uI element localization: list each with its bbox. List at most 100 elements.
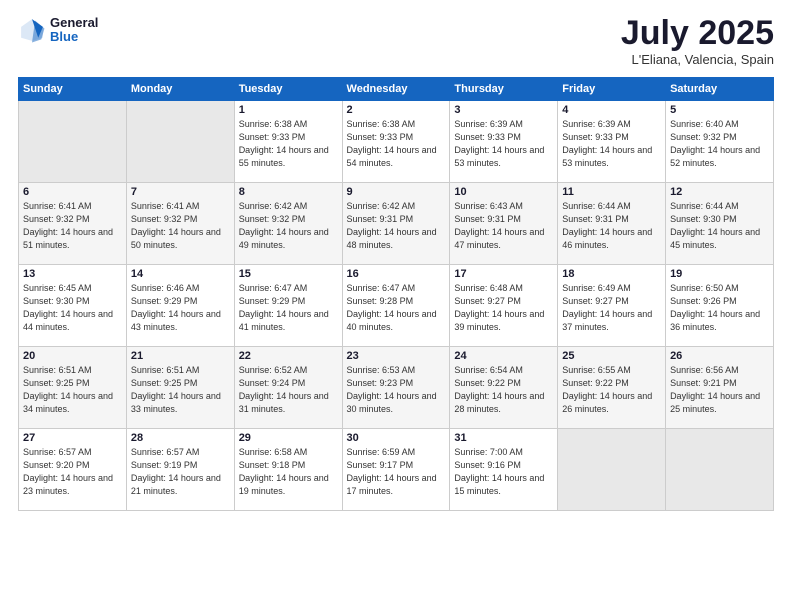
calendar-cell: 21Sunrise: 6:51 AM Sunset: 9:25 PM Dayli… xyxy=(126,347,234,429)
day-info: Sunrise: 6:45 AM Sunset: 9:30 PM Dayligh… xyxy=(23,282,122,334)
day-info: Sunrise: 6:48 AM Sunset: 9:27 PM Dayligh… xyxy=(454,282,553,334)
day-info: Sunrise: 6:52 AM Sunset: 9:24 PM Dayligh… xyxy=(239,364,338,416)
day-info: Sunrise: 6:42 AM Sunset: 9:32 PM Dayligh… xyxy=(239,200,338,252)
day-number: 13 xyxy=(23,268,122,280)
day-number: 14 xyxy=(131,268,230,280)
calendar-cell: 3 Sunrise: 6:39 AM Sunset: 9:33 PM Daylig… xyxy=(450,101,558,183)
calendar-cell: 20 Sunrise: 6:51 AM Sunset: 9:25 PM Dayli… xyxy=(19,347,127,429)
day-number: 27 xyxy=(23,432,122,444)
day-number: 1 xyxy=(239,104,338,116)
day-info: Sunrise: 6:47 AM Sunset: 9:29 PM Dayligh… xyxy=(239,282,338,334)
day-info: Sunrise: 6:41 AM Sunset: 9:32 PM Dayligh… xyxy=(131,200,230,252)
calendar-cell: 8 Sunrise: 6:42 AM Sunset: 9:32 PM Daylig… xyxy=(234,183,342,265)
calendar-week-row: 27 Sunrise: 6:57 AM Sunset: 9:20 PM Dayli… xyxy=(19,429,774,511)
day-number: 5 xyxy=(670,104,769,116)
day-number: 23 xyxy=(347,350,446,362)
day-number: 12 xyxy=(670,186,769,198)
calendar-cell: 4 Sunrise: 6:39 AM Sunset: 9:33 PM Daylig… xyxy=(558,101,666,183)
day-number: 10 xyxy=(454,186,553,198)
day-number: 8 xyxy=(239,186,338,198)
day-info: Sunrise: 6:49 AM Sunset: 9:27 PM Dayligh… xyxy=(562,282,661,334)
day-info: Sunrise: 6:54 AM Sunset: 9:22 PM Dayligh… xyxy=(454,364,553,416)
calendar-week-row: 6 Sunrise: 6:41 AM Sunset: 9:32 PM Daylig… xyxy=(19,183,774,265)
calendar-cell: 13 Sunrise: 6:45 AM Sunset: 9:30 PM Dayli… xyxy=(19,265,127,347)
calendar-cell: 24 Sunrise: 6:54 AM Sunset: 9:22 PM Dayli… xyxy=(450,347,558,429)
day-info: Sunrise: 6:39 AM Sunset: 9:33 PM Dayligh… xyxy=(454,118,553,170)
day-number: 15 xyxy=(239,268,338,280)
day-info: Sunrise: 6:44 AM Sunset: 9:31 PM Dayligh… xyxy=(562,200,661,252)
calendar-week-row: 13 Sunrise: 6:45 AM Sunset: 9:30 PM Dayli… xyxy=(19,265,774,347)
day-number: 31 xyxy=(454,432,553,444)
day-info: Sunrise: 6:57 AM Sunset: 9:20 PM Dayligh… xyxy=(23,446,122,498)
calendar-cell: 16Sunrise: 6:47 AM Sunset: 9:28 PM Dayli… xyxy=(342,265,450,347)
calendar-cell xyxy=(558,429,666,511)
calendar-cell: 31 Sunrise: 7:00 AM Sunset: 9:16 PM Dayli… xyxy=(450,429,558,511)
day-number: 18 xyxy=(562,268,661,280)
calendar-cell: 5Sunrise: 6:40 AM Sunset: 9:32 PM Daylig… xyxy=(666,101,774,183)
day-info: Sunrise: 6:44 AM Sunset: 9:30 PM Dayligh… xyxy=(670,200,769,252)
calendar-cell: 29 Sunrise: 6:58 AM Sunset: 9:18 PM Dayli… xyxy=(234,429,342,511)
calendar-cell: 11Sunrise: 6:44 AM Sunset: 9:31 PM Dayli… xyxy=(558,183,666,265)
day-number: 29 xyxy=(239,432,338,444)
day-info: Sunrise: 6:53 AM Sunset: 9:23 PM Dayligh… xyxy=(347,364,446,416)
day-number: 30 xyxy=(347,432,446,444)
weekday-header: Wednesday xyxy=(342,78,450,101)
calendar-cell: 30 Sunrise: 6:59 AM Sunset: 9:17 PM Dayli… xyxy=(342,429,450,511)
page-header: General Blue July 2025 L'Eliana, Valenci… xyxy=(18,16,774,67)
calendar-cell: 2 Sunrise: 6:38 AM Sunset: 9:33 PM Daylig… xyxy=(342,101,450,183)
day-number: 28 xyxy=(131,432,230,444)
day-info: Sunrise: 7:00 AM Sunset: 9:16 PM Dayligh… xyxy=(454,446,553,498)
day-number: 22 xyxy=(239,350,338,362)
day-number: 25 xyxy=(562,350,661,362)
day-number: 19 xyxy=(670,268,769,280)
day-info: Sunrise: 6:42 AM Sunset: 9:31 PM Dayligh… xyxy=(347,200,446,252)
day-number: 4 xyxy=(562,104,661,116)
day-number: 20 xyxy=(23,350,122,362)
day-info: Sunrise: 6:39 AM Sunset: 9:33 PM Dayligh… xyxy=(562,118,661,170)
calendar-cell xyxy=(666,429,774,511)
calendar-cell: 15 Sunrise: 6:47 AM Sunset: 9:29 PM Dayli… xyxy=(234,265,342,347)
calendar-week-row: 1 Sunrise: 6:38 AM Sunset: 9:33 PM Daylig… xyxy=(19,101,774,183)
weekday-header: Sunday xyxy=(19,78,127,101)
calendar-cell: 9Sunrise: 6:42 AM Sunset: 9:31 PM Daylig… xyxy=(342,183,450,265)
day-info: Sunrise: 6:57 AM Sunset: 9:19 PM Dayligh… xyxy=(131,446,230,498)
day-info: Sunrise: 6:51 AM Sunset: 9:25 PM Dayligh… xyxy=(23,364,122,416)
day-info: Sunrise: 6:56 AM Sunset: 9:21 PM Dayligh… xyxy=(670,364,769,416)
calendar-cell: 1Sunrise: 6:38 AM Sunset: 9:33 PM Daylig… xyxy=(234,101,342,183)
calendar-cell: 12 Sunrise: 6:44 AM Sunset: 9:30 PM Dayli… xyxy=(666,183,774,265)
weekday-header: Thursday xyxy=(450,78,558,101)
calendar-cell: 10 Sunrise: 6:43 AM Sunset: 9:31 PM Dayli… xyxy=(450,183,558,265)
day-number: 16 xyxy=(347,268,446,280)
weekday-header: Monday xyxy=(126,78,234,101)
calendar-cell: 19Sunrise: 6:50 AM Sunset: 9:26 PM Dayli… xyxy=(666,265,774,347)
calendar-cell: 14 Sunrise: 6:46 AM Sunset: 9:29 PM Dayli… xyxy=(126,265,234,347)
logo-icon xyxy=(18,16,46,44)
calendar-cell: 26Sunrise: 6:56 AM Sunset: 9:21 PM Dayli… xyxy=(666,347,774,429)
calendar-cell: 6 Sunrise: 6:41 AM Sunset: 9:32 PM Daylig… xyxy=(19,183,127,265)
calendar-cell xyxy=(126,101,234,183)
calendar-cell xyxy=(19,101,127,183)
calendar-cell: 25Sunrise: 6:55 AM Sunset: 9:22 PM Dayli… xyxy=(558,347,666,429)
calendar-cell: 7 Sunrise: 6:41 AM Sunset: 9:32 PM Daylig… xyxy=(126,183,234,265)
day-info: Sunrise: 6:46 AM Sunset: 9:29 PM Dayligh… xyxy=(131,282,230,334)
day-number: 7 xyxy=(131,186,230,198)
calendar-table: SundayMondayTuesdayWednesdayThursdayFrid… xyxy=(18,77,774,511)
calendar-cell: 18 Sunrise: 6:49 AM Sunset: 9:27 PM Dayli… xyxy=(558,265,666,347)
weekday-header: Friday xyxy=(558,78,666,101)
calendar-cell: 23 Sunrise: 6:53 AM Sunset: 9:23 PM Dayli… xyxy=(342,347,450,429)
day-number: 17 xyxy=(454,268,553,280)
day-number: 21 xyxy=(131,350,230,362)
day-info: Sunrise: 6:59 AM Sunset: 9:17 PM Dayligh… xyxy=(347,446,446,498)
day-number: 6 xyxy=(23,186,122,198)
day-number: 2 xyxy=(347,104,446,116)
day-number: 24 xyxy=(454,350,553,362)
logo-text: General Blue xyxy=(50,16,98,45)
day-info: Sunrise: 6:38 AM Sunset: 9:33 PM Dayligh… xyxy=(347,118,446,170)
day-info: Sunrise: 6:41 AM Sunset: 9:32 PM Dayligh… xyxy=(23,200,122,252)
calendar-header-row: SundayMondayTuesdayWednesdayThursdayFrid… xyxy=(19,78,774,101)
calendar-cell: 27 Sunrise: 6:57 AM Sunset: 9:20 PM Dayli… xyxy=(19,429,127,511)
day-info: Sunrise: 6:43 AM Sunset: 9:31 PM Dayligh… xyxy=(454,200,553,252)
day-info: Sunrise: 6:58 AM Sunset: 9:18 PM Dayligh… xyxy=(239,446,338,498)
title-block: July 2025 L'Eliana, Valencia, Spain xyxy=(621,16,774,67)
day-number: 3 xyxy=(454,104,553,116)
